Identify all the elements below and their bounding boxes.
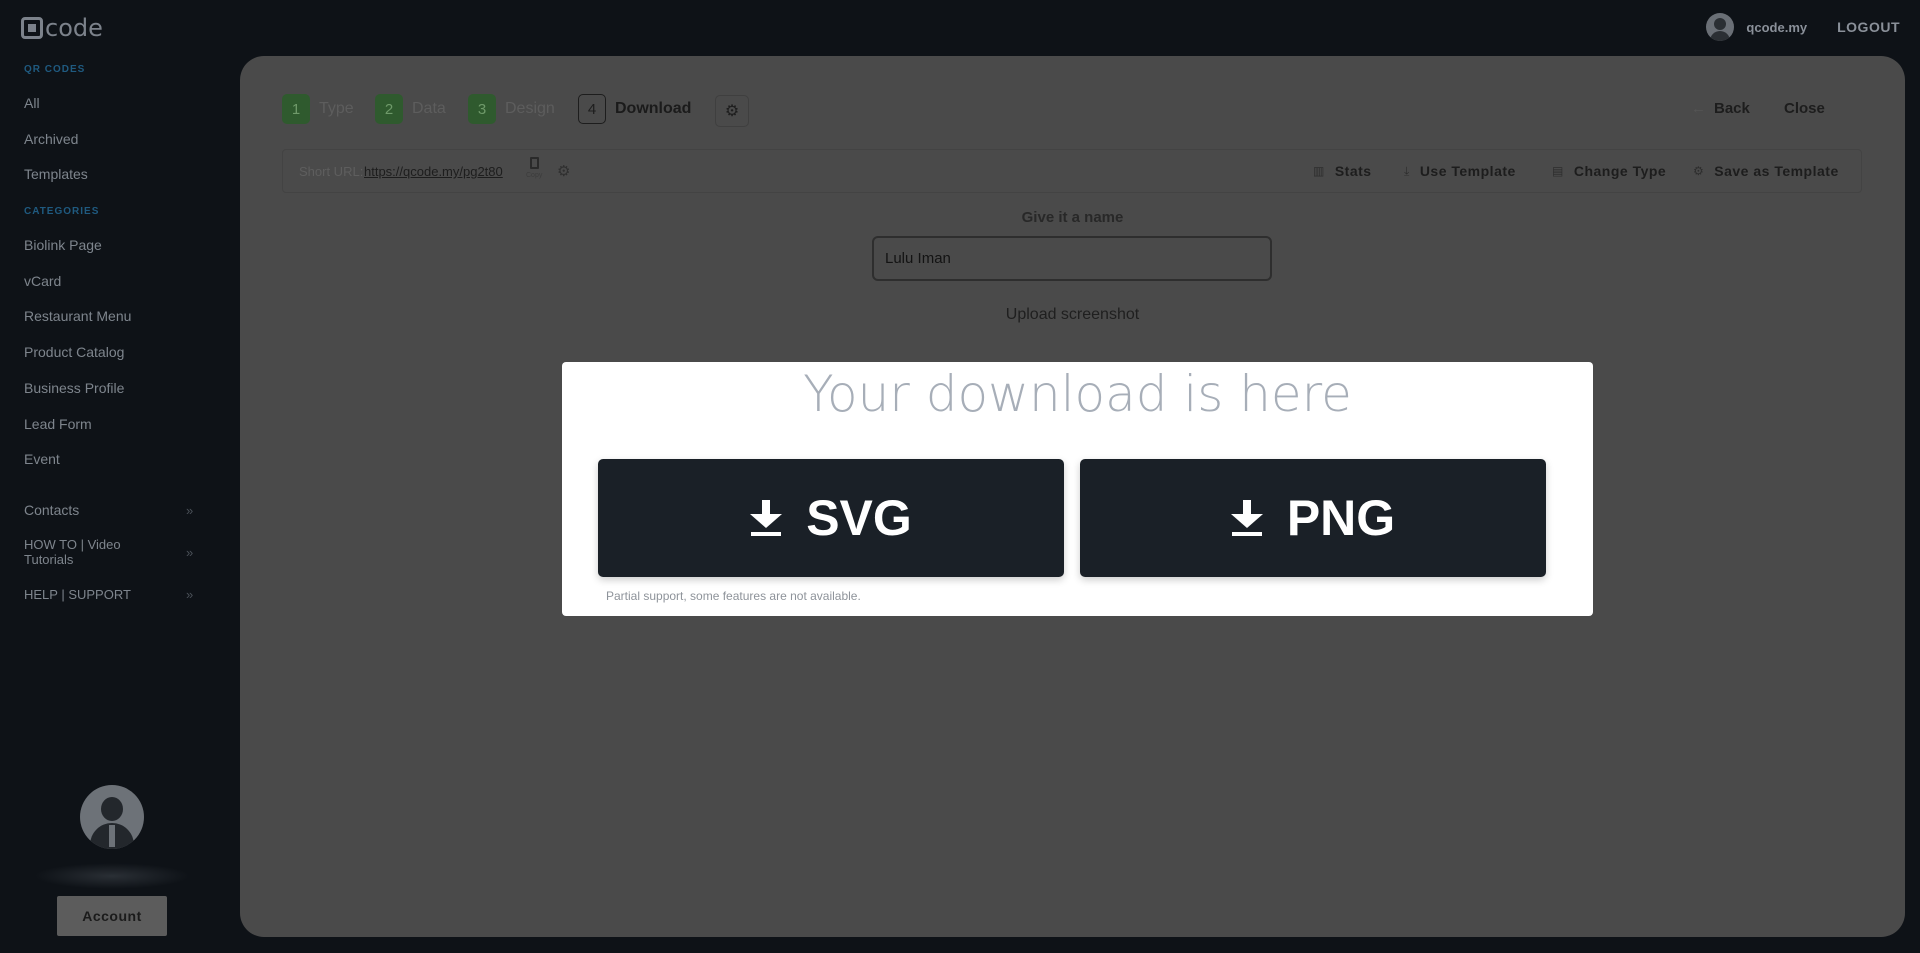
sidebar-item-product-catalog[interactable]: Product Catalog — [24, 344, 124, 360]
modal-title: Your download is here — [803, 365, 1352, 423]
save-as-template-button[interactable]: ⚙ Save as Template — [1693, 163, 1839, 179]
download-png-button[interactable]: PNG — [1080, 459, 1546, 577]
step-label: Design — [505, 100, 555, 117]
png-label: PNG — [1286, 490, 1396, 546]
sidebar-item-biolink-page[interactable]: Biolink Page — [24, 237, 102, 253]
account-avatar[interactable] — [80, 785, 144, 849]
sidebar-item-business-profile[interactable]: Business Profile — [24, 380, 124, 396]
close-button[interactable]: Close — [1784, 100, 1825, 117]
download-icon: ⤓ — [1404, 163, 1410, 178]
copy-label: Copy — [526, 172, 543, 179]
settings-gear-button[interactable]: ⚙ — [715, 95, 749, 127]
name-input[interactable] — [872, 236, 1272, 281]
expand-chevron-icon[interactable]: » — [186, 503, 193, 518]
arrow-left-icon: ← — [1691, 100, 1706, 117]
name-label: Give it a name — [1021, 209, 1124, 226]
bar-chart-icon: ▥ — [1313, 164, 1325, 178]
sidebar-item-all[interactable]: All — [24, 95, 40, 111]
copy-icon — [529, 157, 539, 169]
sidebar-item-vcard[interactable]: vCard — [24, 273, 61, 289]
user-name[interactable]: qcode.my — [1746, 20, 1807, 35]
sidebar-item-event[interactable]: Event — [24, 451, 60, 467]
url-settings-gear-icon[interactable]: ⚙ — [557, 162, 570, 180]
download-icon — [1230, 500, 1263, 536]
stats-label: Stats — [1334, 163, 1372, 179]
qr-logo-icon — [21, 17, 43, 39]
step-number: 4 — [578, 94, 606, 124]
qcode-logo[interactable]: code — [21, 14, 103, 42]
svg-label: SVG — [806, 490, 912, 546]
change-type-label: Change Type — [1573, 163, 1667, 179]
partial-support-note: Partial support, some features are not a… — [606, 589, 861, 603]
user-avatar[interactable] — [1706, 13, 1735, 41]
short-url-bar: Short URL: https://qcode.my/pg2t80 Copy … — [282, 149, 1862, 193]
user-area: qcode.my LOGOUT — [1706, 13, 1900, 41]
gear-icon: ⚙ — [724, 103, 740, 120]
copy-button[interactable]: Copy — [526, 157, 542, 179]
back-label: Back — [1714, 100, 1750, 117]
sidebar-item-restaurant-menu[interactable]: Restaurant Menu — [24, 308, 131, 324]
expand-chevron-icon[interactable]: » — [186, 545, 193, 560]
step-download[interactable]: 4 Download — [578, 94, 691, 124]
download-svg-button[interactable]: SVG — [598, 459, 1064, 577]
save-as-template-label: Save as Template — [1714, 163, 1839, 179]
avatar-glow — [34, 863, 190, 889]
change-type-button[interactable]: ▤ Change Type — [1552, 163, 1666, 179]
use-template-button[interactable]: ⤓ Use Template — [1404, 163, 1516, 179]
short-url-link[interactable]: https://qcode.my/pg2t80 — [364, 164, 503, 179]
top-bar: code qcode.my LOGOUT — [0, 0, 1920, 56]
download-icon — [750, 500, 783, 536]
sidebar-heading-categories: CATEGORIES — [24, 206, 100, 217]
step-number: 2 — [375, 94, 403, 124]
step-data[interactable]: 2 Data — [375, 94, 446, 124]
step-design[interactable]: 3 Design — [468, 94, 555, 124]
logout-link[interactable]: LOGOUT — [1837, 19, 1900, 35]
account-button[interactable]: Account — [57, 896, 167, 936]
sidebar-item-contacts[interactable]: Contacts — [24, 502, 79, 518]
step-number: 3 — [468, 94, 496, 124]
sidebar-heading-qr-codes: QR CODES — [24, 64, 86, 75]
back-button[interactable]: ← Back — [1691, 100, 1750, 117]
step-label: Download — [615, 100, 692, 117]
gears-icon: ⚙ — [1693, 164, 1705, 178]
stats-button[interactable]: ▥ Stats — [1313, 163, 1372, 179]
expand-chevron-icon[interactable]: » — [186, 587, 193, 602]
step-number: 1 — [282, 94, 310, 124]
sidebar: QR CODES All Archived Templates CATEGORI… — [0, 56, 220, 953]
step-type[interactable]: 1 Type — [282, 94, 354, 124]
step-label: Type — [319, 100, 354, 117]
step-label: Data — [412, 100, 446, 117]
logo-text: code — [45, 14, 103, 42]
sidebar-item-templates[interactable]: Templates — [24, 166, 88, 182]
sidebar-item-how-to[interactable]: HOW TO | Video Tutorials — [24, 537, 154, 567]
sidebar-item-archived[interactable]: Archived — [24, 131, 78, 147]
sidebar-item-help-support[interactable]: HELP | SUPPORT — [24, 587, 131, 602]
sidebar-item-lead-form[interactable]: Lead Form — [24, 416, 92, 432]
upload-screenshot-link[interactable]: Upload screenshot — [240, 306, 1905, 324]
download-modal: Your download is here SVG PNG Partial su… — [562, 362, 1593, 616]
use-template-label: Use Template — [1419, 163, 1516, 179]
short-url-label: Short URL: — [299, 164, 364, 179]
document-icon: ▤ — [1552, 164, 1564, 178]
